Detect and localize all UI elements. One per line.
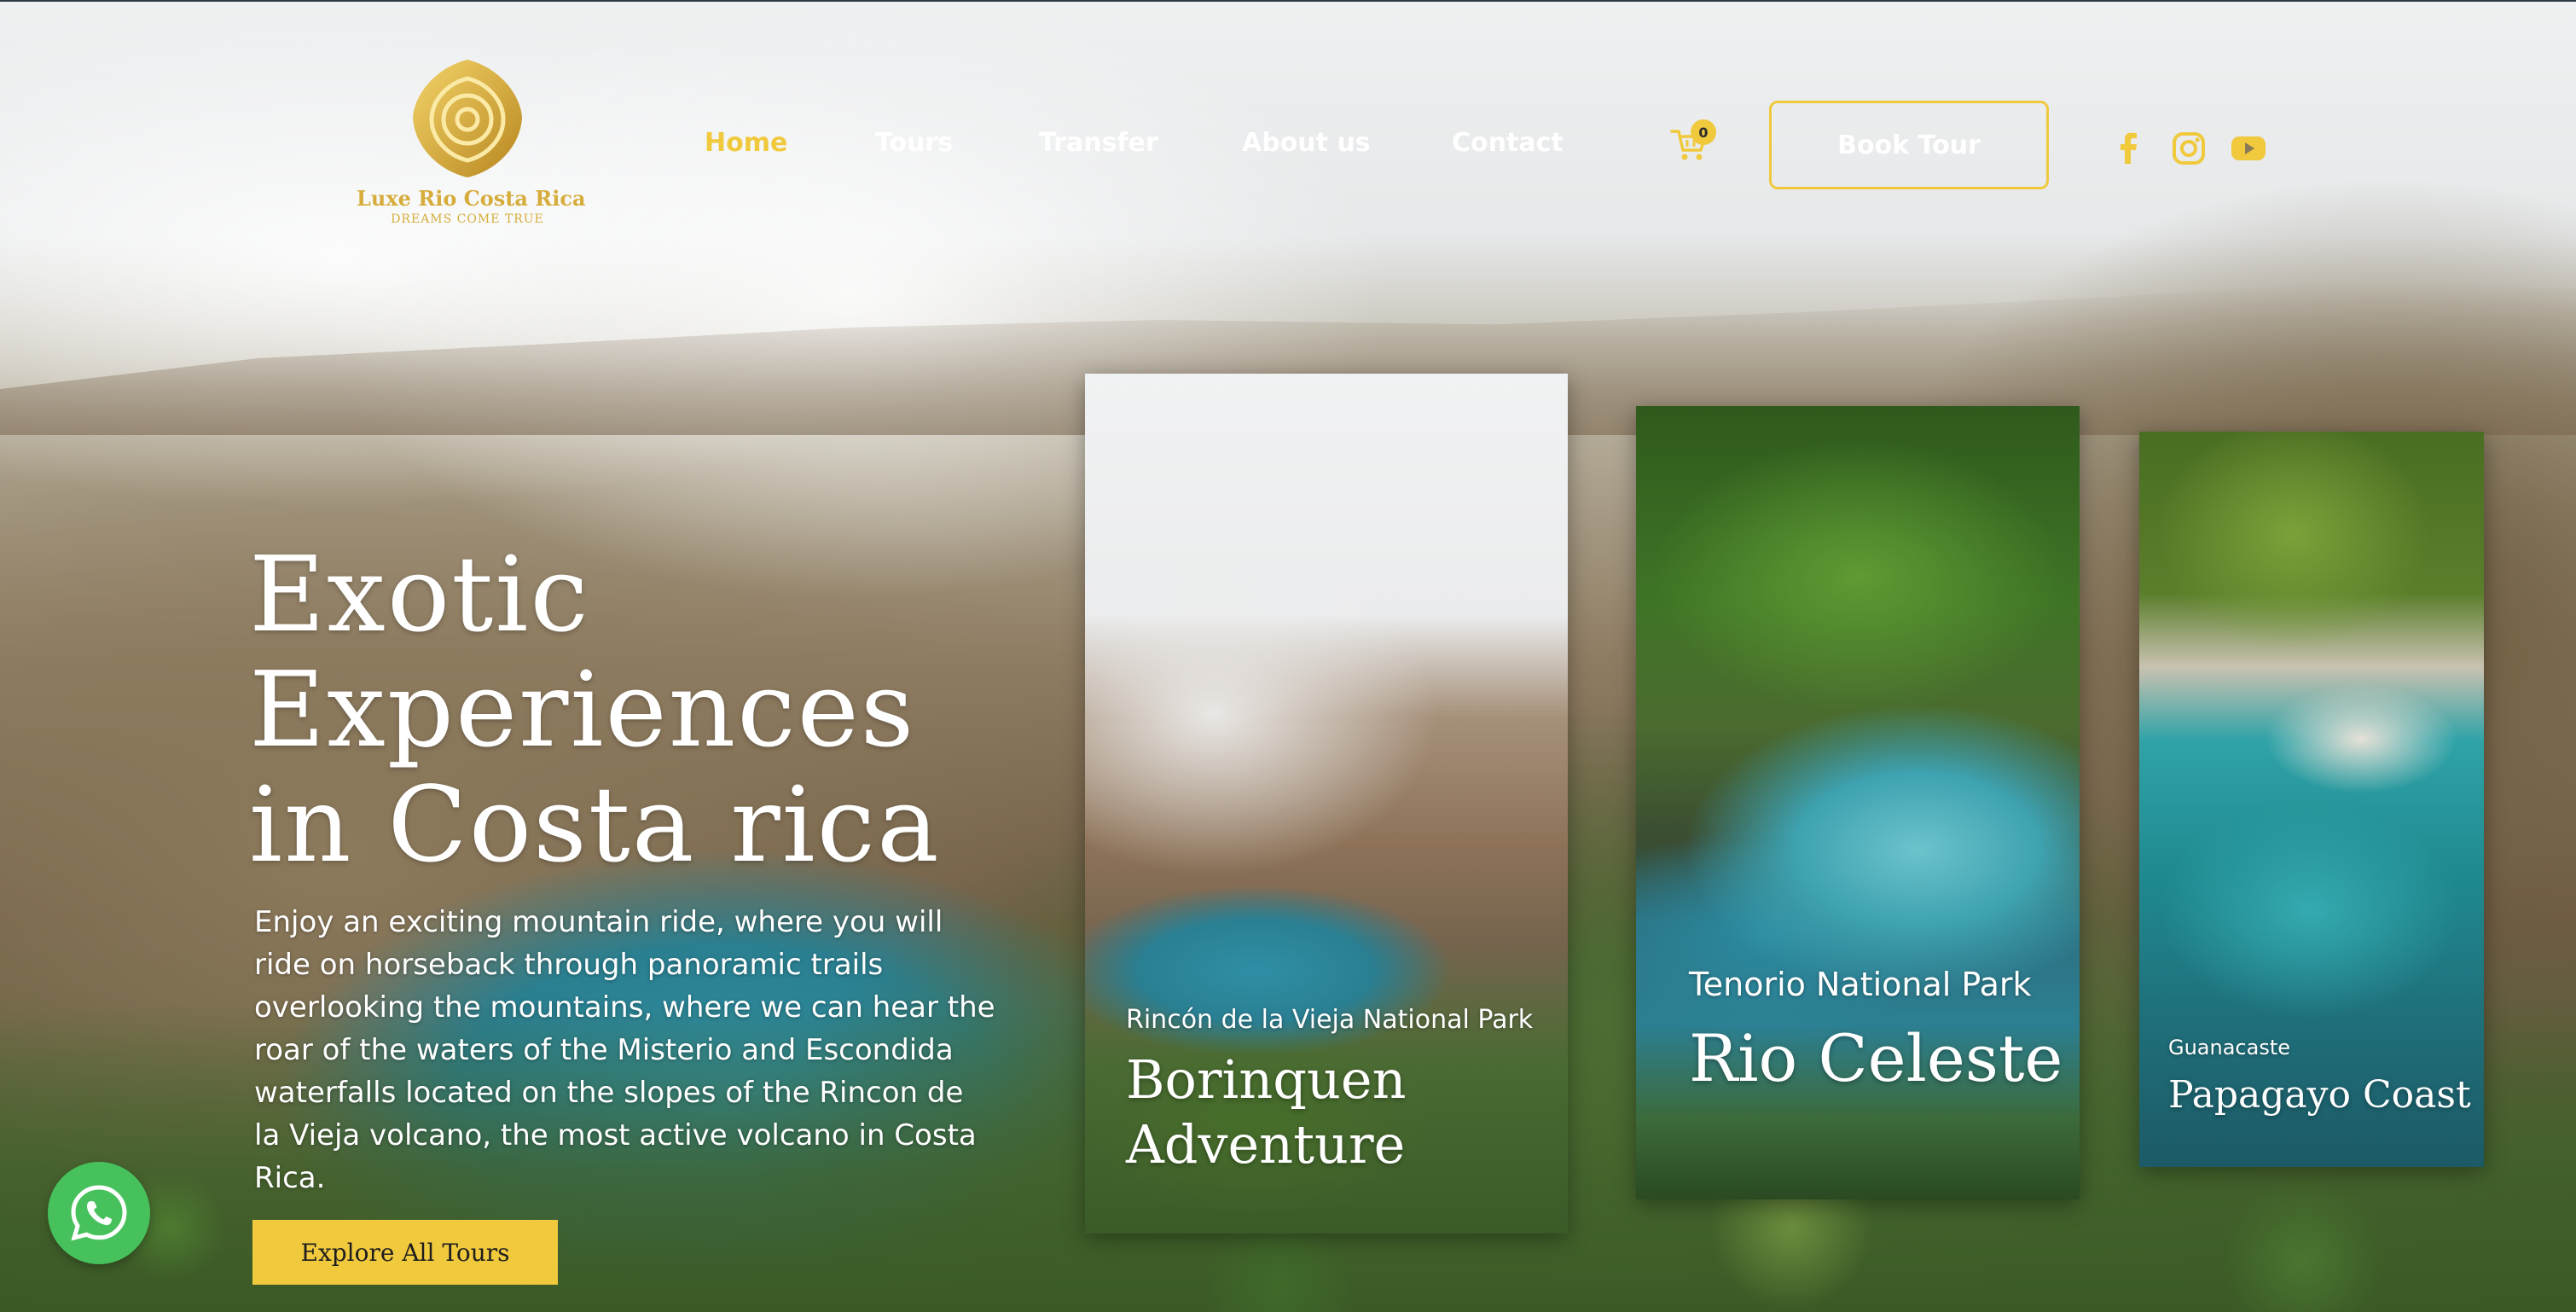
logo-brand-name: Luxe Rio Costa Rica <box>357 186 586 211</box>
instagram-link[interactable] <box>2172 131 2206 169</box>
whatsapp-icon <box>71 1185 127 1241</box>
youtube-link[interactable] <box>2230 131 2267 169</box>
hero-title-line: Experiences <box>249 649 916 770</box>
facebook-link[interactable] <box>2114 131 2144 169</box>
tour-card-rio-celeste[interactable]: Tenorio National Park Rio Celeste <box>1636 406 2080 1199</box>
whatsapp-button[interactable] <box>48 1162 150 1264</box>
tour-card-borinquen-adventure[interactable]: Rincón de la Vieja National Park Borinqu… <box>1085 374 1568 1234</box>
nav-item-tours[interactable]: Tours <box>875 128 953 158</box>
site-logo[interactable]: Luxe Rio Costa Rica DREAMS COME TRUE <box>357 55 586 242</box>
cart-count-badge: 0 <box>1691 119 1716 145</box>
hero-title-line: Exotic <box>249 534 590 655</box>
youtube-icon <box>2231 136 2266 160</box>
tour-card-papagayo-coast[interactable]: Guanacaste Papagayo Coast <box>2139 432 2484 1167</box>
nav-item-home[interactable]: Home <box>705 128 787 158</box>
tour-card-title: Rio Celeste <box>1689 1020 2063 1096</box>
tour-card-title: Papagayo Coast <box>2168 1073 2471 1117</box>
tour-card-location: Tenorio National Park <box>1689 966 2032 1003</box>
book-tour-button[interactable]: Book Tour <box>1769 101 2049 189</box>
tour-card-location: Rincón de la Vieja National Park <box>1126 1005 1534 1035</box>
nav-item-transfer[interactable]: Transfer <box>1039 128 1158 158</box>
logo-emblem-icon <box>413 60 522 177</box>
instagram-icon <box>2173 132 2205 165</box>
top-border <box>0 0 2576 2</box>
nav-item-contact[interactable]: Contact <box>1452 128 1564 158</box>
facebook-icon <box>2121 132 2137 164</box>
nav-item-about-us[interactable]: About us <box>1242 128 1371 158</box>
tour-card-title: Borinquen Adventure <box>1126 1048 1407 1176</box>
hero-title-line: in Costa rica <box>249 764 941 885</box>
hero-title: Exotic Experiences in Costa rica <box>249 537 1017 883</box>
tour-card-location: Guanacaste <box>2168 1036 2291 1059</box>
hero-description: Enjoy an exciting mountain ride, where y… <box>254 905 995 1195</box>
explore-all-tours-button[interactable]: Explore All Tours <box>252 1220 558 1285</box>
logo-tagline: DREAMS COME TRUE <box>391 212 544 226</box>
